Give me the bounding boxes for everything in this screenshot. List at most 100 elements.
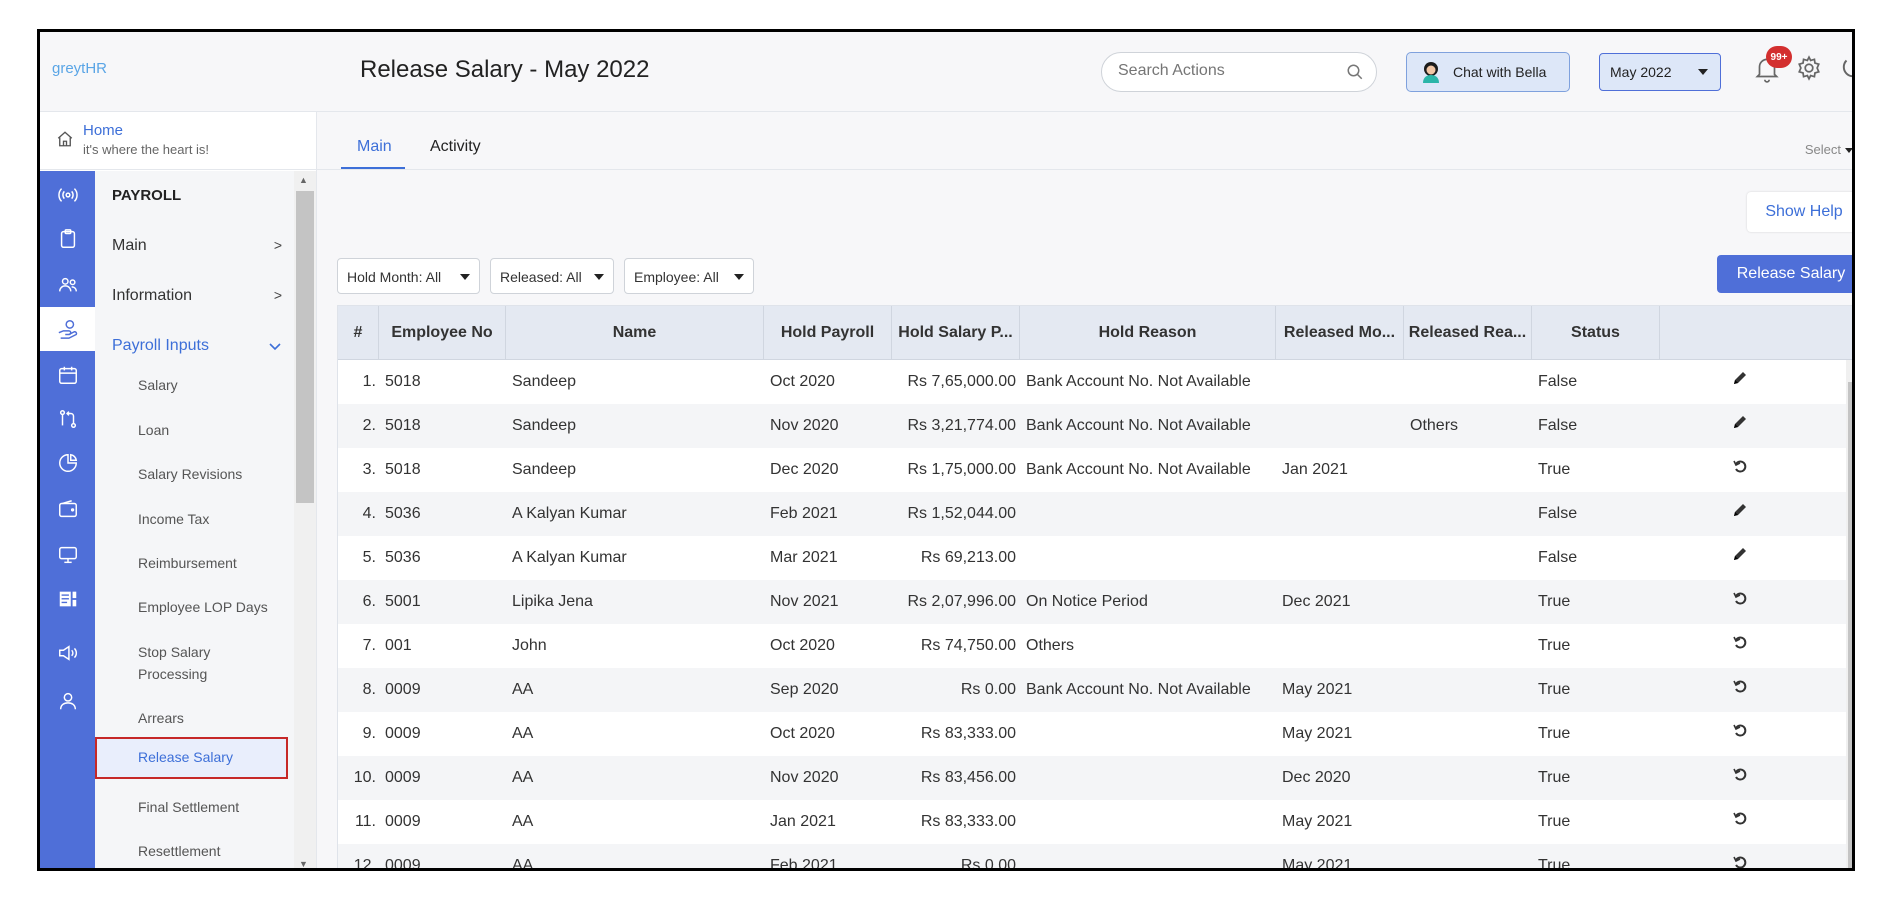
undo-release-icon[interactable] bbox=[1732, 722, 1748, 738]
table-row[interactable]: 11. 0009 AA Jan 2021 Rs 83,333.00 May 2021 Tru… bbox=[338, 800, 1846, 844]
table-row[interactable]: 1. 5018 Sandeep Oct 2020 Rs 7,65,000.00 Bank … bbox=[338, 360, 1846, 404]
undo-release-icon[interactable] bbox=[1732, 590, 1748, 606]
submenu-employee-lop-days[interactable]: Employee LOP Days bbox=[138, 596, 278, 618]
search-input[interactable] bbox=[1118, 62, 1338, 80]
rail-reports-icon[interactable] bbox=[40, 441, 95, 485]
scroll-up-arrow-icon[interactable]: ▲ bbox=[299, 175, 308, 185]
submenu-resettlement[interactable]: Resettlement bbox=[138, 840, 278, 862]
submenu-salary[interactable]: Salary bbox=[138, 374, 278, 396]
column-header[interactable]: Status bbox=[1532, 306, 1660, 360]
column-header[interactable]: Name bbox=[506, 306, 764, 360]
rail-wallet-icon[interactable] bbox=[40, 487, 95, 531]
edit-pencil-icon[interactable] bbox=[1732, 502, 1748, 518]
column-header[interactable]: Hold Payroll bbox=[764, 306, 892, 360]
select-dropdown[interactable]: Select bbox=[1805, 142, 1852, 157]
submenu-salary-revisions[interactable]: Salary Revisions bbox=[138, 463, 278, 485]
rail-people-icon[interactable] bbox=[40, 263, 95, 307]
submenu-income-tax[interactable]: Income Tax bbox=[138, 508, 278, 530]
edit-pencil-icon[interactable] bbox=[1732, 370, 1748, 386]
rail-clipboard-icon[interactable] bbox=[40, 217, 95, 261]
caret-down-icon bbox=[594, 274, 604, 280]
cell-status: False bbox=[1538, 373, 1578, 390]
cell-name: AA bbox=[512, 725, 534, 742]
column-header[interactable]: Hold Reason bbox=[1020, 306, 1276, 360]
search-box[interactable] bbox=[1101, 52, 1377, 92]
gear-icon[interactable] bbox=[1796, 55, 1822, 81]
rail-calendar-icon[interactable] bbox=[40, 353, 95, 397]
cell-name: John bbox=[512, 637, 547, 654]
table-row[interactable]: 2. 5018 Sandeep Nov 2020 Rs 3,21,774.00 Bank … bbox=[338, 404, 1846, 448]
table-row[interactable]: 6. 5001 Lipika Jena Nov 2021 Rs 2,07,996.00 O… bbox=[338, 580, 1846, 624]
menu-item-information[interactable]: Information > bbox=[112, 287, 282, 305]
home-title: Home bbox=[83, 122, 124, 139]
menu-item-payroll-inputs[interactable]: Payroll Inputs bbox=[112, 337, 282, 355]
submenu-loan[interactable]: Loan bbox=[138, 419, 278, 441]
edit-pencil-icon[interactable] bbox=[1732, 414, 1748, 430]
cell-employee-no: 5001 bbox=[385, 593, 421, 610]
submenu-release-salary[interactable]: Release Salary bbox=[95, 737, 288, 779]
rail-announcement-icon[interactable] bbox=[40, 631, 95, 675]
menu-item-label: Information bbox=[112, 287, 193, 304]
rail-monitor-icon[interactable] bbox=[40, 533, 95, 577]
table-row[interactable]: 12. 0009 AA Feb 2021 Rs 0.00 May 2021 True bbox=[338, 844, 1846, 871]
submenu-arrears[interactable]: Arrears bbox=[138, 707, 278, 729]
column-header[interactable]: # bbox=[338, 306, 379, 360]
month-selector[interactable]: May 2022 bbox=[1599, 53, 1721, 91]
rail-documents-icon[interactable] bbox=[40, 577, 95, 621]
table-row[interactable]: 3. 5018 Sandeep Dec 2020 Rs 1,75,000.00 Bank … bbox=[338, 448, 1846, 492]
employee-filter[interactable]: Employee: All bbox=[624, 258, 754, 294]
undo-release-icon[interactable] bbox=[1732, 854, 1748, 868]
table-scroll-thumb[interactable] bbox=[1848, 382, 1852, 868]
cell-hold-payroll: Nov 2021 bbox=[770, 593, 839, 610]
cell-status: True bbox=[1538, 461, 1571, 478]
undo-release-icon[interactable] bbox=[1732, 766, 1748, 782]
column-header[interactable]: Employee No bbox=[379, 306, 506, 360]
home-link[interactable]: Home it's where the heart is! bbox=[40, 112, 316, 170]
undo-release-icon[interactable] bbox=[1732, 678, 1748, 694]
power-icon[interactable] bbox=[1840, 54, 1855, 80]
table-row[interactable]: 5. 5036 A Kalyan Kumar Mar 2021 Rs 69,213.00… bbox=[338, 536, 1846, 580]
table-row[interactable]: 8. 0009 AA Sep 2020 Rs 0.00 Bank Account No. … bbox=[338, 668, 1846, 712]
show-help-button[interactable]: Show Help bbox=[1747, 192, 1852, 232]
menu-scrollbar[interactable]: ▲ ▼ bbox=[294, 171, 316, 868]
tab-activity[interactable]: Activity bbox=[430, 138, 481, 156]
table-scrollbar[interactable]: ▲ bbox=[1846, 360, 1852, 868]
app-logo[interactable]: greytHR bbox=[52, 60, 107, 77]
scroll-down-arrow-icon[interactable]: ▼ bbox=[299, 859, 308, 868]
submenu-reimbursement[interactable]: Reimbursement bbox=[138, 552, 278, 574]
table-row[interactable]: 10. 0009 AA Nov 2020 Rs 83,456.00 Dec 2020 Tru… bbox=[338, 756, 1846, 800]
rail-workflow-icon[interactable] bbox=[40, 397, 95, 441]
cell-released-reason bbox=[1410, 448, 1525, 492]
table-header: # Employee No Name Hold Payroll Hold Sal… bbox=[338, 306, 1852, 360]
undo-release-icon[interactable] bbox=[1732, 810, 1748, 826]
sidebar-menu: PAYROLL Main > Information > Payroll Inp… bbox=[95, 171, 316, 868]
cell-released-reason bbox=[1410, 536, 1525, 580]
menu-scroll-thumb[interactable] bbox=[296, 191, 314, 503]
column-header[interactable]: Hold Salary P... bbox=[892, 306, 1020, 360]
submenu-final-settlement[interactable]: Final Settlement bbox=[138, 796, 278, 818]
submenu-stop-salary-processing[interactable]: Stop Salary Processing bbox=[138, 641, 248, 685]
release-salary-button[interactable]: Release Salary bbox=[1717, 255, 1852, 293]
rail-payroll-icon[interactable] bbox=[40, 307, 95, 351]
cell-name: AA bbox=[512, 857, 534, 871]
chat-with-bella-button[interactable]: Chat with Bella bbox=[1406, 52, 1570, 92]
menu-item-main[interactable]: Main > bbox=[112, 237, 282, 255]
rail-engage-icon[interactable] bbox=[40, 173, 95, 217]
table-row[interactable]: 7. 001 John Oct 2020 Rs 74,750.00 Others True bbox=[338, 624, 1846, 668]
hold-month-filter[interactable]: Hold Month: All bbox=[337, 258, 480, 294]
cell-hold-reason bbox=[1026, 756, 1271, 800]
scroll-up-arrow-icon[interactable]: ▲ bbox=[1851, 364, 1852, 375]
edit-pencil-icon[interactable] bbox=[1732, 546, 1748, 562]
table-row[interactable]: 9. 0009 AA Oct 2020 Rs 83,333.00 May 2021 True bbox=[338, 712, 1846, 756]
cell-hold-payroll: Oct 2020 bbox=[770, 637, 835, 654]
table-row[interactable]: 4. 5036 A Kalyan Kumar Feb 2021 Rs 1,52,044.… bbox=[338, 492, 1846, 536]
undo-release-icon[interactable] bbox=[1732, 458, 1748, 474]
rail-profile-icon[interactable] bbox=[40, 679, 95, 723]
released-filter[interactable]: Released: All bbox=[490, 258, 614, 294]
undo-release-icon[interactable] bbox=[1732, 634, 1748, 650]
cell-name: A Kalyan Kumar bbox=[512, 505, 627, 522]
column-header[interactable]: Released Mo... bbox=[1276, 306, 1404, 360]
search-icon[interactable] bbox=[1346, 63, 1364, 81]
column-header[interactable]: Released Rea... bbox=[1404, 306, 1532, 360]
tab-main[interactable]: Main bbox=[357, 138, 392, 156]
